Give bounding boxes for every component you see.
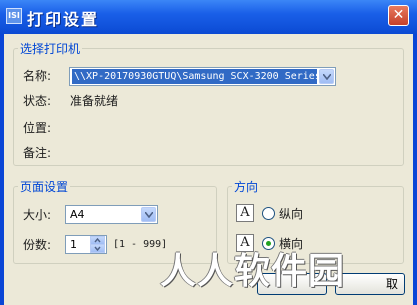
printer-name-label: 名称: [23, 69, 52, 83]
title-bar[interactable]: ISI 打印设置 ✕ [0, 0, 417, 34]
radio-selected-dot [266, 241, 271, 246]
printer-status-label: 状态: [23, 94, 52, 108]
dialog-title: 打印设置 [27, 10, 100, 29]
chevron-down-icon[interactable] [319, 69, 334, 84]
cancel-button-label: 取 [385, 277, 398, 291]
page-setup-legend: 页面设置 [18, 179, 71, 195]
printer-location-label: 位置: [23, 121, 52, 135]
copies-stepper[interactable]: 1 [65, 235, 107, 254]
cancel-button[interactable]: 取 [335, 273, 405, 295]
portrait-label[interactable]: 纵向 [279, 206, 303, 222]
print-settings-dialog: ISI 打印设置 ✕ 选择打印机 名称: \\XP-20170930GTUQ\S… [0, 0, 417, 305]
printer-status-value: 准备就绪 [70, 94, 119, 108]
printer-name-value: \\XP-20170930GTUQ\Samsung SCX-3200 Serie… [72, 69, 317, 84]
portrait-icon: A [236, 204, 254, 222]
printer-group: 选择打印机 名称: \\XP-20170930GTUQ\Samsung SCX-… [13, 41, 404, 166]
site-watermark: 人人软件园 [160, 251, 346, 292]
printer-comment-label: 备注: [23, 146, 52, 160]
copies-label: 份数: [23, 238, 52, 252]
portrait-radio[interactable] [262, 207, 275, 220]
close-button[interactable]: ✕ [388, 5, 409, 26]
copies-value[interactable]: 1 [68, 237, 88, 252]
app-icon: ISI [6, 8, 22, 24]
paper-size-select[interactable]: A4 [65, 205, 158, 224]
printer-group-legend: 选择打印机 [18, 41, 83, 57]
landscape-label[interactable]: 横向 [279, 236, 303, 252]
orientation-legend: 方向 [232, 179, 261, 195]
landscape-radio[interactable] [262, 237, 275, 250]
paper-size-label: 大小: [23, 208, 52, 222]
chevron-down-icon[interactable] [141, 207, 156, 222]
spin-down-icon[interactable] [90, 244, 105, 253]
printer-name-select[interactable]: \\XP-20170930GTUQ\Samsung SCX-3200 Serie… [69, 67, 336, 86]
paper-size-value: A4 [70, 208, 85, 221]
landscape-icon: A [236, 234, 254, 252]
